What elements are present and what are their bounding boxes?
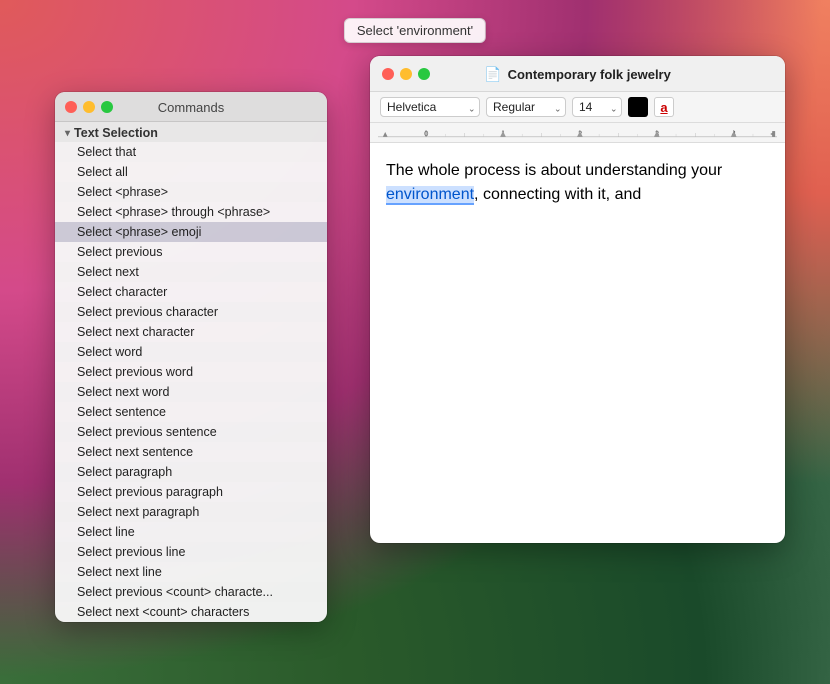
command-item-0[interactable]: Select that — [55, 142, 327, 162]
editor-toolbar: Helvetica Arial Times New Roman Regular … — [370, 92, 785, 123]
command-item-23[interactable]: Select next <count> characters — [55, 602, 327, 622]
chevron-icon: ▾ — [65, 128, 70, 139]
commands-window: Commands ▾ Text Selection Select thatSel… — [55, 92, 327, 622]
font-select[interactable]: Helvetica Arial Times New Roman — [380, 97, 480, 117]
command-item-8[interactable]: Select previous character — [55, 302, 327, 322]
command-item-22[interactable]: Select previous <count> characte... — [55, 582, 327, 602]
command-item-12[interactable]: Select next word — [55, 382, 327, 402]
size-select[interactable]: 14 12 16 18 24 — [572, 97, 622, 117]
editor-window: 📄 Contemporary folk jewelry Helvetica Ar… — [370, 56, 785, 543]
style-select-wrapper: Regular Bold Italic — [486, 97, 566, 117]
editor-content[interactable]: The whole process is about understanding… — [370, 143, 785, 543]
command-item-11[interactable]: Select previous word — [55, 362, 327, 382]
command-item-9[interactable]: Select next character — [55, 322, 327, 342]
command-item-20[interactable]: Select previous line — [55, 542, 327, 562]
editor-titlebar: 📄 Contemporary folk jewelry — [370, 56, 785, 92]
svg-text:0: 0 — [424, 129, 428, 138]
command-item-6[interactable]: Select next — [55, 262, 327, 282]
section-header-text-selection: ▾ Text Selection — [55, 122, 327, 142]
size-select-wrapper: 14 12 16 18 24 — [572, 97, 622, 117]
editor-close-button[interactable] — [382, 68, 394, 80]
section-label: Text Selection — [74, 126, 158, 140]
window-buttons — [65, 101, 113, 113]
commands-list[interactable]: ▾ Text Selection Select thatSelect allSe… — [55, 122, 327, 622]
command-item-16[interactable]: Select paragraph — [55, 462, 327, 482]
commands-title: Commands — [158, 100, 224, 115]
command-item-15[interactable]: Select next sentence — [55, 442, 327, 462]
command-item-19[interactable]: Select line — [55, 522, 327, 542]
command-item-5[interactable]: Select previous — [55, 242, 327, 262]
editor-minimize-button[interactable] — [400, 68, 412, 80]
content-text-before: The whole process is about understanding… — [386, 162, 722, 179]
ruler-svg: 0 1 2 3 4 — [378, 123, 777, 143]
editor-maximize-button[interactable] — [418, 68, 430, 80]
command-item-14[interactable]: Select previous sentence — [55, 422, 327, 442]
tooltip-label: Select 'environment' — [344, 18, 486, 43]
editor-window-buttons — [382, 68, 430, 80]
command-item-4[interactable]: Select <phrase> emoji — [55, 222, 327, 242]
command-item-3[interactable]: Select <phrase> through <phrase> — [55, 202, 327, 222]
style-select[interactable]: Regular Bold Italic — [486, 97, 566, 117]
editor-ruler: 0 1 2 3 4 — [370, 123, 785, 143]
maximize-button[interactable] — [101, 101, 113, 113]
close-button[interactable] — [65, 101, 77, 113]
command-item-17[interactable]: Select previous paragraph — [55, 482, 327, 502]
command-item-2[interactable]: Select <phrase> — [55, 182, 327, 202]
content-text-after: , connecting with it, and — [474, 186, 641, 203]
document-icon: 📄 — [484, 66, 501, 83]
editor-title-text: Contemporary folk jewelry — [508, 67, 671, 82]
editor-title: 📄 Contemporary folk jewelry — [484, 66, 671, 83]
command-item-13[interactable]: Select sentence — [55, 402, 327, 422]
color-swatch[interactable] — [628, 97, 648, 117]
command-item-10[interactable]: Select word — [55, 342, 327, 362]
highlighted-word: environment — [386, 186, 474, 205]
commands-titlebar: Commands — [55, 92, 327, 122]
command-item-18[interactable]: Select next paragraph — [55, 502, 327, 522]
command-item-21[interactable]: Select next line — [55, 562, 327, 582]
minimize-button[interactable] — [83, 101, 95, 113]
text-color-button[interactable]: a — [654, 97, 674, 117]
command-item-1[interactable]: Select all — [55, 162, 327, 182]
command-item-7[interactable]: Select character — [55, 282, 327, 302]
font-select-wrapper: Helvetica Arial Times New Roman — [380, 97, 480, 117]
